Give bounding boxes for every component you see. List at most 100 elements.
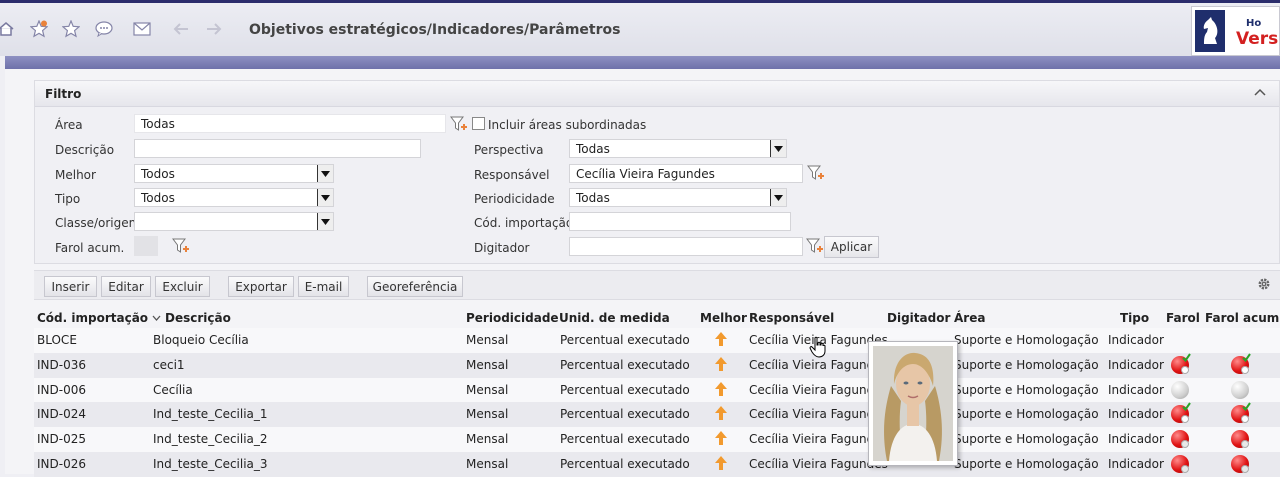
filter-add-icon[interactable]: [807, 165, 825, 181]
filter-add-icon[interactable]: [172, 238, 190, 254]
perspectiva-label: Perspectiva: [474, 143, 544, 157]
cell-unid-medida: Percentual executado: [560, 432, 690, 447]
melhor-select[interactable]: Todos: [134, 164, 334, 183]
cell-tipo: Indicador: [1108, 407, 1164, 422]
inserir-button[interactable]: Inserir: [44, 276, 97, 297]
cell-unid-medida: Percentual executado: [560, 382, 690, 397]
table-row[interactable]: BLOCE Bloqueio Cecília Mensal Percentual ex…: [34, 328, 1280, 353]
chevron-down-icon[interactable]: [770, 189, 786, 206]
responsible-photo-popup: [868, 341, 958, 466]
column-unid-medida[interactable]: Unid. de medida: [559, 311, 670, 325]
aplicar-button[interactable]: Aplicar: [824, 236, 879, 258]
cell-descricao: Ind_teste_Cecilia_2: [153, 432, 268, 447]
incluir-areas-label: Incluir áreas subordinadas: [488, 118, 647, 132]
cell-unid-medida: Percentual executado: [560, 333, 690, 347]
filter-add-icon[interactable]: [450, 116, 468, 132]
farol-acum-status-icon: [1231, 430, 1249, 449]
column-tipo[interactable]: Tipo: [1120, 311, 1149, 325]
table-row[interactable]: IND-025 Ind_teste_Cecilia_2 Mensal Percentu…: [34, 427, 1280, 453]
chat-icon[interactable]: [94, 19, 114, 39]
filter-add-icon[interactable]: [806, 238, 824, 254]
cell-cod-importacao: IND-006: [37, 382, 86, 397]
chevron-down-icon[interactable]: [770, 140, 786, 157]
cod-importacao-label: Cód. importação: [474, 216, 574, 230]
filter-header[interactable]: Filtro: [35, 81, 1279, 107]
tipo-select[interactable]: Todos: [134, 188, 334, 207]
cod-importacao-input[interactable]: [569, 212, 791, 231]
logo-text-main: Versá: [1236, 29, 1279, 49]
cell-periodicidade: Mensal: [466, 407, 509, 422]
periodicidade-label: Periodicidade: [474, 192, 555, 206]
column-periodicidade[interactable]: Periodicidade: [466, 311, 559, 325]
cell-descricao: Ind_teste_Cecilia_1: [153, 407, 268, 422]
arrow-up-icon: [714, 356, 728, 372]
editar-button[interactable]: Editar: [101, 276, 151, 297]
cell-descricao: Bloqueio Cecília: [153, 333, 249, 347]
classe-origem-label: Classe/origem: [55, 216, 141, 230]
exportar-button[interactable]: Exportar: [228, 276, 294, 297]
area-field[interactable]: Todas: [134, 114, 446, 133]
cell-tipo: Indicador: [1108, 432, 1164, 447]
home-icon[interactable]: [0, 19, 16, 39]
column-area[interactable]: Área: [954, 311, 985, 325]
digitador-label: Digitador: [474, 241, 530, 255]
farol-acum-status-icon: [1231, 402, 1251, 424]
farol-status-icon: [1171, 402, 1191, 424]
column-farol-acum[interactable]: Farol acum.: [1205, 311, 1280, 325]
georeferencia-button[interactable]: Georeferência: [367, 276, 463, 297]
farol-acum-select[interactable]: [134, 236, 158, 256]
cell-cod-importacao: IND-036: [37, 357, 86, 372]
chevron-down-icon[interactable]: [317, 213, 333, 230]
responsavel-field[interactable]: Cecília Vieira Fagundes: [569, 164, 803, 183]
farol-acum-label: Farol acum.: [55, 241, 125, 255]
mail-icon[interactable]: [132, 19, 152, 39]
cell-tipo: Indicador: [1108, 333, 1164, 347]
cell-tipo: Indicador: [1108, 357, 1164, 372]
favorite-add-icon[interactable]: [29, 19, 49, 39]
arrow-up-icon: [714, 381, 728, 397]
farol-status-icon: [1171, 380, 1189, 399]
filter-title: Filtro: [45, 87, 82, 101]
chevron-down-icon[interactable]: [317, 165, 333, 182]
cell-periodicidade: Mensal: [466, 333, 509, 347]
column-farol[interactable]: Farol: [1166, 311, 1200, 325]
table-row[interactable]: IND-036 ceci1 Mensal Percentual executado Ce…: [34, 352, 1280, 378]
incluir-areas-checkbox[interactable]: [472, 117, 485, 130]
cell-tipo: Indicador: [1108, 382, 1164, 397]
forward-arrow-icon[interactable]: [204, 19, 224, 39]
column-cod-importacao[interactable]: Cód. importação: [37, 311, 148, 325]
cell-area: Suporte e Homologação: [954, 357, 1099, 372]
table-row[interactable]: IND-024 Ind_teste_Cecilia_1 Mensal Percentu…: [34, 402, 1280, 428]
column-melhor[interactable]: Melhor: [700, 311, 747, 325]
column-digitador[interactable]: Digitador: [887, 311, 950, 325]
cell-unid-medida: Percentual executado: [560, 457, 690, 471]
perspectiva-select[interactable]: Todas: [569, 139, 787, 158]
chevron-down-icon[interactable]: [317, 189, 333, 206]
descricao-input[interactable]: [134, 139, 421, 158]
classe-origem-select[interactable]: [134, 212, 334, 231]
cell-periodicidade: Mensal: [466, 432, 509, 447]
gear-icon[interactable]: [1257, 277, 1271, 291]
column-responsavel[interactable]: Responsável: [749, 311, 834, 325]
toolbar: [34, 270, 1280, 300]
arrow-up-icon: [714, 405, 728, 421]
favorite-icon[interactable]: [61, 19, 81, 39]
user-photo: [873, 346, 953, 461]
back-arrow-icon[interactable]: [171, 19, 191, 39]
digitador-field[interactable]: [569, 237, 803, 256]
periodicidade-select[interactable]: Todas: [569, 188, 787, 207]
cell-cod-importacao: IND-024: [37, 407, 86, 422]
cell-descricao: Cecília: [153, 382, 193, 397]
email-button[interactable]: E-mail: [298, 276, 349, 297]
arrow-up-icon: [714, 331, 728, 347]
page-title: Objetivos estratégicos/Indicadores/Parâm…: [249, 22, 621, 38]
sort-desc-icon[interactable]: [152, 311, 161, 325]
excluir-button[interactable]: Excluir: [155, 276, 210, 297]
table-row[interactable]: IND-026 Ind_teste_Cecilia_3 Mensal Percentu…: [34, 452, 1280, 477]
tipo-select-value: Todos: [141, 191, 175, 205]
farol-acum-status-icon: [1231, 455, 1249, 473]
table-row[interactable]: IND-006 Cecília Mensal Percentual executado…: [34, 377, 1280, 403]
chevron-up-icon[interactable]: [1253, 86, 1267, 100]
column-descricao[interactable]: Descrição: [165, 311, 231, 325]
cell-area: Suporte e Homologação: [954, 407, 1099, 422]
